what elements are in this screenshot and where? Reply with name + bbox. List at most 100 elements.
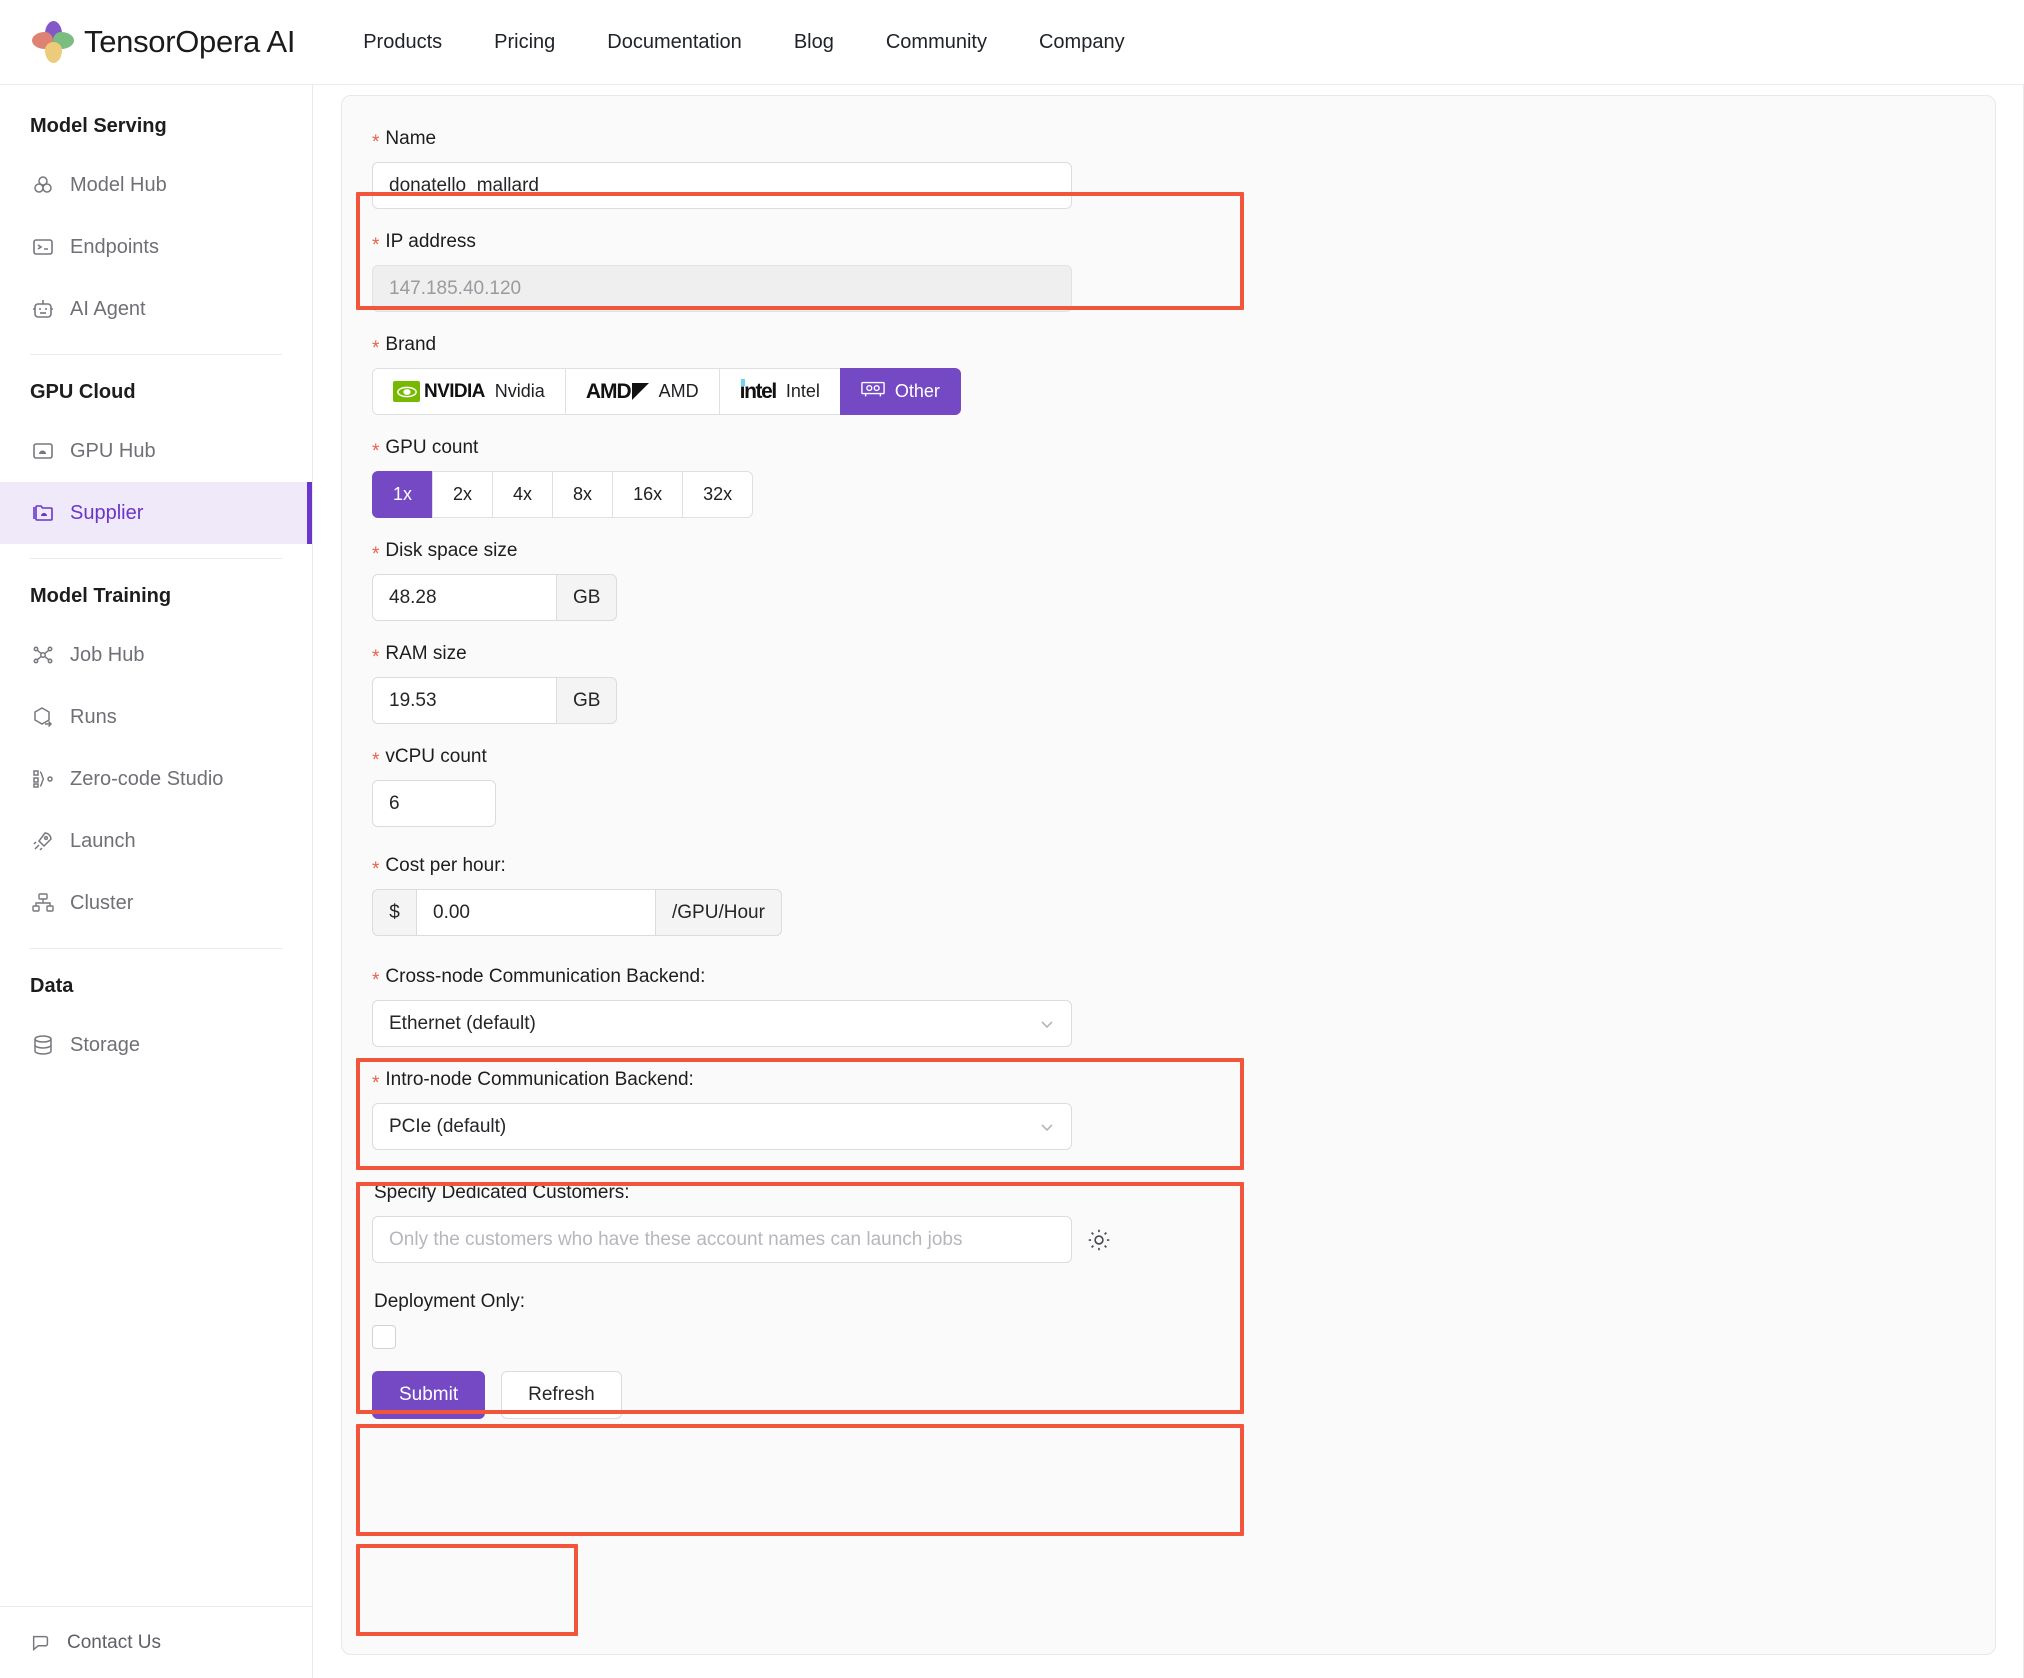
gpu-count-option-8x[interactable]: 8x [552, 471, 614, 518]
refresh-button[interactable]: Refresh [501, 1371, 622, 1419]
dedicated-customers-input[interactable]: Only the customers who have these accoun… [372, 1216, 1072, 1263]
cluster-icon [30, 890, 56, 916]
field-deployment-only: Deployment Only: [372, 1281, 1995, 1349]
required-asterisk: * [372, 441, 380, 462]
gpu-count-option-32x[interactable]: 32x [682, 471, 754, 518]
field-cross-node-label-row: * Cross-node Communication Backend: [372, 956, 1995, 1000]
folders-icon [30, 500, 56, 526]
ram-size-input-group: 19.53 GB [372, 677, 1995, 724]
nav-links: Products Pricing Documentation Blog Comm… [363, 31, 1176, 54]
field-gpu-count-label-row: * GPU count [372, 427, 1995, 471]
sidebar-item-label: Cluster [70, 891, 134, 914]
annotation-box-deployment-only [356, 1544, 578, 1636]
sidebar-item-gpu-hub[interactable]: GPU Hub [0, 420, 312, 482]
supplier-form-card: * Name donatello_mallard * IP address 14… [341, 95, 1996, 1655]
sun-icon[interactable] [1086, 1227, 1112, 1253]
field-intro-node-backend: * Intro-node Communication Backend: PCIe… [372, 1059, 1995, 1150]
brand-option-label: Intel [785, 381, 820, 401]
submit-button[interactable]: Submit [372, 1371, 486, 1419]
nav-link-company[interactable]: Company [1039, 31, 1125, 54]
brand-logo[interactable]: TensorOpera AI [32, 21, 296, 63]
sidebar-item-supplier[interactable]: Supplier [0, 482, 312, 544]
sidebar-contact-us[interactable]: Contact Us [0, 1606, 312, 1678]
sidebar-item-label: Supplier [70, 501, 144, 524]
sidebar-item-label: Job Hub [70, 643, 145, 666]
intro-node-backend-select[interactable]: PCIe (default) [372, 1103, 1072, 1150]
disk-space-input[interactable]: 48.28 [372, 574, 557, 621]
field-gpu-count-label: GPU count [385, 437, 479, 458]
field-vcpu-count-label: vCPU count [385, 746, 487, 767]
vcpu-count-input[interactable]: 6 [372, 780, 496, 827]
required-asterisk: * [372, 544, 380, 565]
field-dedicated-customers: Specify Dedicated Customers: Only the cu… [372, 1172, 1995, 1263]
cubes-icon [30, 172, 56, 198]
ram-size-unit: GB [557, 677, 618, 724]
field-name: * Name donatello_mallard [372, 118, 1995, 209]
gpu-count-option-16x[interactable]: 16x [612, 471, 684, 518]
nav-link-products[interactable]: Products [363, 31, 442, 54]
field-ram-size-label-row: * RAM size [372, 633, 1995, 677]
sidebar-item-ai-agent[interactable]: AI Agent [0, 278, 312, 340]
cost-per-hour-input[interactable]: 0.00 [416, 889, 656, 936]
currency-prefix: $ [372, 889, 416, 936]
cross-node-backend-select[interactable]: Ethernet (default) [372, 1000, 1072, 1047]
gpu-count-option-2x[interactable]: 2x [432, 471, 494, 518]
ram-size-input[interactable]: 19.53 [372, 677, 557, 724]
gpu-count-button-group: 1x 2x 4x 8x 16x 32x [372, 471, 1995, 518]
sidebar-item-launch[interactable]: Launch [0, 810, 312, 872]
field-name-label-row: * Name [372, 118, 1995, 162]
brand-option-intel[interactable]: intel Intel [718, 368, 841, 415]
nav-link-community[interactable]: Community [886, 31, 987, 54]
deployment-only-checkbox[interactable] [372, 1325, 396, 1349]
sidebar-item-label: Model Hub [70, 173, 167, 196]
required-asterisk: * [372, 647, 380, 668]
gpu-count-option-4x[interactable]: 4x [492, 471, 554, 518]
brand-option-label: Other [894, 381, 940, 401]
sidebar-item-label: Endpoints [70, 235, 159, 258]
sidebar-item-label: Runs [70, 705, 117, 728]
field-disk-space-label: Disk space size [385, 540, 518, 561]
gpu-count-option-1x[interactable]: 1x [372, 471, 434, 518]
sidebar-item-endpoints[interactable]: Endpoints [0, 216, 312, 278]
required-asterisk: * [372, 970, 380, 991]
field-gpu-count: * GPU count 1x 2x 4x 8x 16x 32x [372, 427, 1995, 518]
sidebar-group-gpu-cloud: GPU Cloud [30, 381, 136, 403]
brand-button-group: NVIDIA Nvidia AMD AMD intel Intel Other [372, 368, 1995, 415]
sidebar-item-storage[interactable]: Storage [0, 1014, 312, 1076]
brand-option-other[interactable]: Other [839, 368, 961, 415]
gpu-card-icon [861, 380, 885, 403]
sidebar-item-zero-code-studio[interactable]: Zero-code Studio [0, 748, 312, 810]
nvidia-logo-icon: NVIDIA [393, 381, 485, 403]
nav-link-pricing[interactable]: Pricing [494, 31, 555, 54]
required-asterisk: * [372, 235, 380, 256]
cube-arrow-icon [30, 704, 56, 730]
robot-icon [30, 296, 56, 322]
tensoropera-flower-logo-icon [32, 21, 74, 63]
required-asterisk: * [372, 1073, 380, 1094]
field-intro-node-label: Intro-node Communication Backend: [385, 1069, 694, 1090]
field-dedicated-customers-label-row: Specify Dedicated Customers: [372, 1172, 1995, 1216]
terminal-icon [30, 234, 56, 260]
field-name-label: Name [385, 128, 437, 149]
brand-option-label: AMD [658, 381, 699, 401]
intro-node-backend-value: PCIe (default) [389, 1115, 507, 1137]
brand-option-nvidia[interactable]: NVIDIA Nvidia [372, 368, 566, 415]
required-asterisk: * [372, 859, 380, 880]
sidebar-item-cluster[interactable]: Cluster [0, 872, 312, 934]
intel-logo-icon: intel [739, 378, 777, 403]
supplier-form: * Name donatello_mallard * IP address 14… [342, 118, 1995, 1419]
nav-link-blog[interactable]: Blog [794, 31, 834, 54]
sidebar-item-job-hub[interactable]: Job Hub [0, 624, 312, 686]
flow-icon [30, 766, 56, 792]
sidebar-item-label: Storage [70, 1033, 141, 1056]
sidebar-item-runs[interactable]: Runs [0, 686, 312, 748]
brand-option-amd[interactable]: AMD AMD [564, 368, 720, 415]
disk-space-unit: GB [557, 574, 618, 621]
field-cost-per-hour-label-row: * Cost per hour: [372, 845, 1995, 889]
sidebar-item-label: Zero-code Studio [70, 767, 224, 790]
name-input[interactable]: donatello_mallard [372, 162, 1072, 209]
rocket-icon [30, 828, 56, 854]
sidebar-group-model-serving: Model Serving [30, 115, 167, 137]
sidebar-item-model-hub[interactable]: Model Hub [0, 154, 312, 216]
nav-link-documentation[interactable]: Documentation [607, 31, 742, 54]
